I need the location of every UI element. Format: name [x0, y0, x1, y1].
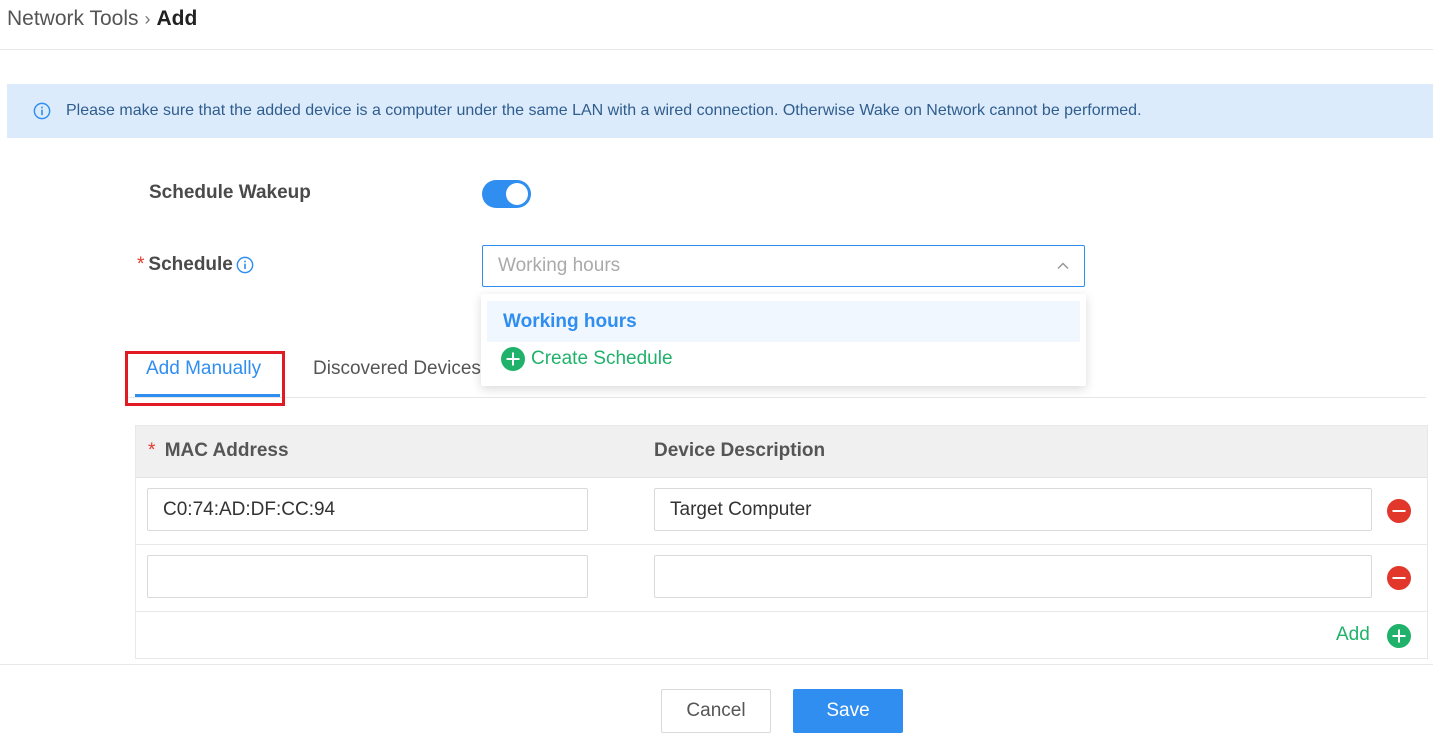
tabs-divider — [125, 397, 1426, 398]
device-description-input[interactable] — [654, 555, 1372, 598]
required-mark: * — [148, 440, 156, 461]
schedule-select-value: Working hours — [498, 255, 621, 276]
required-mark: * — [137, 254, 145, 275]
column-header-mac: * MAC Address — [148, 440, 289, 462]
plus-circle-icon — [501, 347, 525, 371]
schedule-dropdown: Working hours Create Schedule — [481, 294, 1086, 386]
option-label: Working hours — [503, 310, 637, 332]
chevron-right-icon: › — [144, 8, 151, 29]
breadcrumb: Network Tools › Add — [7, 5, 197, 33]
schedule-select[interactable]: Working hours — [482, 245, 1085, 287]
info-icon[interactable] — [236, 256, 254, 274]
tab-discovered-devices[interactable]: Discovered Devices — [313, 358, 481, 380]
create-schedule-button[interactable]: Create Schedule — [501, 346, 673, 372]
highlight-box — [125, 351, 285, 406]
page-title: Add — [156, 7, 198, 30]
alert-text: Please make sure that the added device i… — [66, 102, 1142, 119]
schedule-wakeup-toggle[interactable] — [482, 180, 531, 208]
device-table: * MAC Address Device Description Add — [135, 425, 1428, 659]
schedule-wakeup-label: Schedule Wakeup — [149, 182, 311, 203]
remove-row-icon[interactable] — [1387, 499, 1411, 523]
info-alert: Please make sure that the added device i… — [7, 84, 1433, 138]
toggle-knob — [506, 183, 528, 205]
create-schedule-label: Create Schedule — [531, 348, 673, 369]
save-button[interactable]: Save — [793, 689, 903, 733]
schedule-label: Schedule — [148, 254, 233, 275]
breadcrumb-network-tools[interactable]: Network Tools — [7, 7, 139, 31]
table-row — [136, 477, 1427, 545]
footer-divider — [0, 664, 1433, 665]
header-divider — [0, 49, 1433, 50]
cancel-button[interactable]: Cancel — [661, 689, 771, 733]
schedule-label-group: * Schedule — [137, 254, 254, 276]
mac-address-input[interactable] — [147, 488, 588, 531]
dropdown-option-working-hours[interactable]: Working hours — [487, 301, 1080, 342]
add-row: Add — [136, 612, 1427, 658]
column-header-mac-label: MAC Address — [164, 440, 289, 461]
remove-row-icon[interactable] — [1387, 566, 1411, 590]
plus-circle-icon[interactable] — [1387, 624, 1411, 648]
device-description-input[interactable] — [654, 488, 1372, 531]
mac-address-input[interactable] — [147, 555, 588, 598]
chevron-up-icon — [1057, 262, 1069, 270]
table-header: * MAC Address Device Description — [136, 426, 1427, 478]
column-header-description: Device Description — [654, 440, 826, 461]
add-row-button[interactable]: Add — [1336, 624, 1370, 646]
table-row — [136, 544, 1427, 612]
info-icon — [33, 102, 51, 120]
